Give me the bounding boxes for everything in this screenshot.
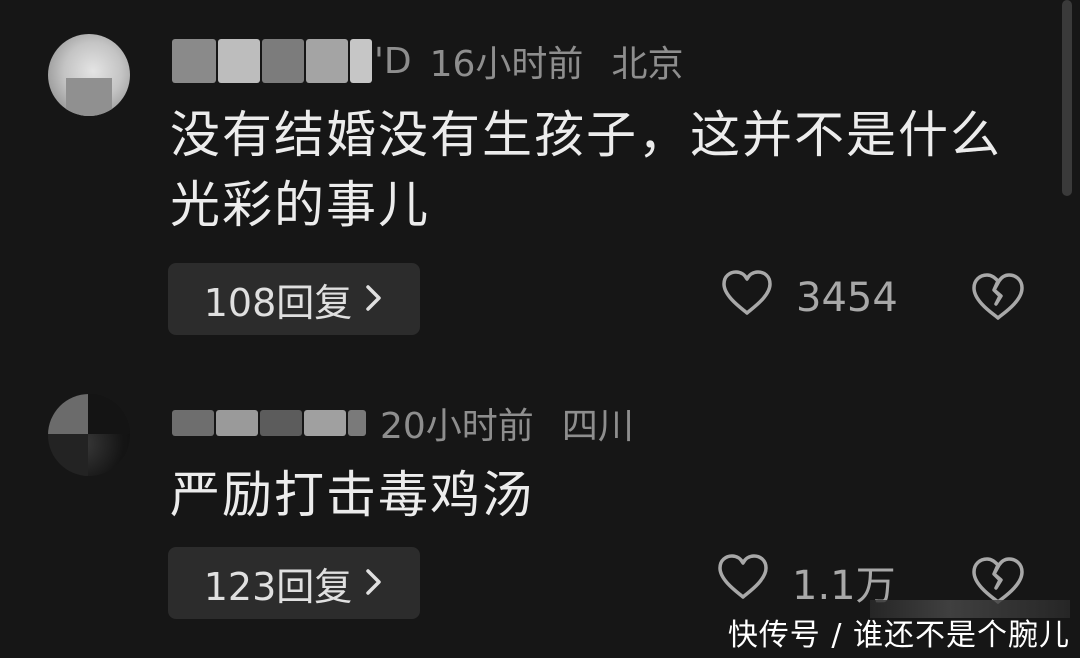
reply-count: 108回复 xyxy=(203,280,353,325)
comment-text: 没有结婚没有生孩子，这并不是什么光彩的事儿 xyxy=(170,106,1002,234)
username-blurred xyxy=(216,410,258,436)
chevron-right-icon xyxy=(364,560,384,606)
broken-heart-icon xyxy=(972,273,1024,320)
comment-meta: 20小时前 四川 xyxy=(172,398,634,448)
heart-outline-icon xyxy=(716,553,770,611)
username-blurred xyxy=(172,39,216,83)
view-replies-button[interactable]: 108回复 xyxy=(168,263,420,335)
username-blurred xyxy=(262,39,304,83)
like-button[interactable]: 1.1万 xyxy=(716,546,896,618)
like-button[interactable]: 3454 xyxy=(720,262,898,334)
username-blurred xyxy=(350,39,372,83)
comment-location: 北京 xyxy=(611,44,684,85)
like-count: 3454 xyxy=(796,275,898,321)
dislike-button[interactable] xyxy=(970,270,1026,326)
heart-outline-icon xyxy=(720,269,774,327)
username-blurred xyxy=(306,39,348,83)
comments-screen: 'D 16小时前 北京 没有结婚没有生孩子，这并不是什么光彩的事儿 108回复 … xyxy=(0,0,1080,658)
username[interactable]: 'D xyxy=(374,41,412,82)
view-replies-button[interactable]: 123回复 xyxy=(168,547,420,619)
avatar[interactable] xyxy=(48,394,130,476)
comment-text: 严励打击毒鸡汤 xyxy=(170,466,534,524)
username-blurred xyxy=(304,410,346,436)
watermark-text: 快传号 / 谁还不是个腕儿 xyxy=(727,618,1070,653)
username-blurred xyxy=(172,410,214,436)
comment-time: 20小时前 xyxy=(380,406,534,447)
reply-count: 123回复 xyxy=(203,564,353,609)
comment-time: 16小时前 xyxy=(429,44,584,85)
username-blurred xyxy=(218,39,260,83)
comment-location: 四川 xyxy=(561,406,634,447)
scrollbar[interactable] xyxy=(1062,0,1072,196)
avatar[interactable] xyxy=(48,34,130,116)
username-blurred xyxy=(260,410,302,436)
username-blurred xyxy=(348,410,366,436)
comment-meta: 'D 16小时前 北京 xyxy=(172,36,683,86)
chevron-right-icon xyxy=(364,276,384,322)
